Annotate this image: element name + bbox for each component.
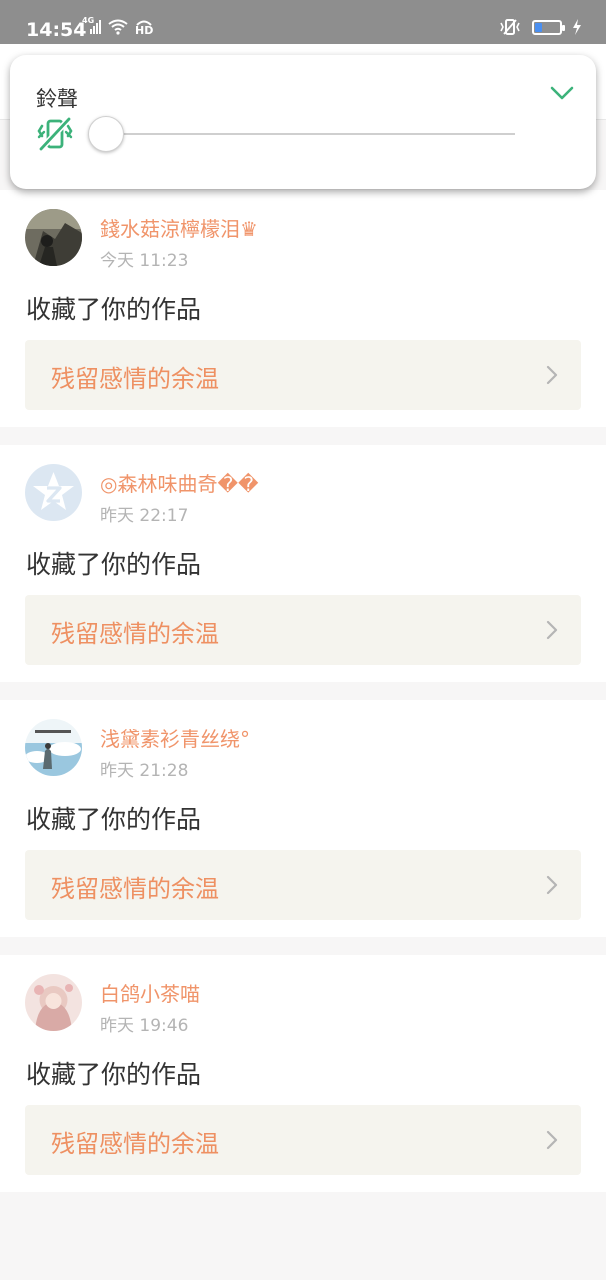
work-title: 残留感情的余温 xyxy=(51,620,219,648)
timestamp: 今天 11:23 xyxy=(100,251,189,271)
username[interactable]: ◎森林味曲奇�� xyxy=(100,468,258,497)
action-text: 收藏了你的作品 xyxy=(26,805,202,834)
timestamp: 昨天 21:28 xyxy=(100,761,189,781)
work-link[interactable]: 残留感情的余温 xyxy=(25,595,581,665)
work-link[interactable]: 残留感情的余温 xyxy=(25,1105,581,1175)
volume-panel-title: 鈴聲 xyxy=(36,87,78,111)
chevron-right-icon xyxy=(545,874,559,896)
hd-label: HD xyxy=(135,24,154,37)
network-type: 4G xyxy=(82,16,95,25)
action-text: 收藏了你的作品 xyxy=(26,295,202,324)
chevron-right-icon xyxy=(545,1129,559,1151)
notification-feed: 錢水菇涼檸檬泪♛ 今天 11:23 收藏了你的作品 残留感情的余温 ◎森林味曲奇… xyxy=(0,190,606,1210)
avatar[interactable] xyxy=(25,974,82,1031)
status-right-icons xyxy=(498,18,582,36)
timestamp: 昨天 22:17 xyxy=(100,506,189,526)
notification-card: ◎森林味曲奇�� 昨天 22:17 收藏了你的作品 残留感情的余温 xyxy=(0,445,606,682)
work-title: 残留感情的余温 xyxy=(51,1130,219,1158)
username[interactable]: 錢水菇涼檸檬泪♛ xyxy=(100,213,258,242)
chevron-right-icon xyxy=(545,619,559,641)
vibrate-icon xyxy=(498,18,522,36)
username[interactable]: 浅黛素衫青丝绕° xyxy=(100,723,250,752)
notification-card: 錢水菇涼檸檬泪♛ 今天 11:23 收藏了你的作品 残留感情的余温 xyxy=(0,190,606,427)
action-text: 收藏了你的作品 xyxy=(26,1060,202,1089)
notification-card: 浅黛素衫青丝绕° 昨天 21:28 收藏了你的作品 残留感情的余温 xyxy=(0,700,606,937)
battery-icon xyxy=(532,19,565,35)
notification-card: 白鸽小茶喵 昨天 19:46 收藏了你的作品 残留感情的余温 xyxy=(0,955,606,1192)
battery-level xyxy=(535,22,542,32)
action-text: 收藏了你的作品 xyxy=(26,550,202,579)
volume-panel[interactable]: 鈴聲 xyxy=(10,55,596,189)
work-link[interactable]: 残留感情的余温 xyxy=(25,340,581,410)
timestamp: 昨天 19:46 xyxy=(100,1016,189,1036)
signal-icon: 4G xyxy=(82,16,102,35)
avatar[interactable] xyxy=(25,464,82,521)
work-title: 残留感情的余温 xyxy=(51,365,219,393)
avatar[interactable] xyxy=(25,209,82,266)
status-time: 14:54 xyxy=(26,19,87,41)
hd-icon: HD xyxy=(134,18,154,37)
chevron-down-icon[interactable] xyxy=(548,79,576,107)
status-bar: 14:54 4G HD xyxy=(0,0,606,44)
volume-slider-thumb[interactable] xyxy=(88,116,124,152)
chevron-right-icon xyxy=(545,364,559,386)
volume-slider-track[interactable] xyxy=(106,133,515,135)
work-link[interactable]: 残留感情的余温 xyxy=(25,850,581,920)
status-left-icons: 4G HD xyxy=(82,16,154,37)
username[interactable]: 白鸽小茶喵 xyxy=(100,978,200,1007)
work-title: 残留感情的余温 xyxy=(51,875,219,903)
wifi-icon xyxy=(108,19,128,35)
charging-icon xyxy=(572,19,582,35)
mute-vibrate-icon[interactable] xyxy=(36,115,74,153)
avatar[interactable] xyxy=(25,719,82,776)
